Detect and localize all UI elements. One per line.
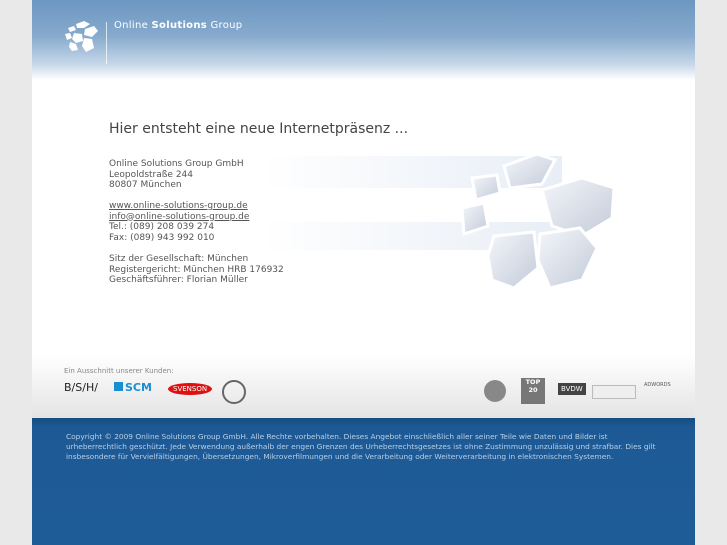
brand-name[interactable]: Online Solutions Group (114, 20, 242, 31)
company-name: Online Solutions Group GmbH (109, 159, 244, 169)
client-logo-svenson: SVENSON (168, 383, 213, 395)
brand-bold: Solutions (151, 20, 208, 31)
award-seal-icon (484, 380, 506, 402)
page-headline: Hier entsteht eine neue Internetpräsenz … (109, 121, 409, 137)
company-address: Online Solutions Group GmbH Leopoldstraß… (109, 159, 244, 191)
logo-divider (106, 22, 107, 64)
city: 80807 München (109, 180, 182, 191)
phone: Tel.: (089) 208 039 274 (109, 222, 215, 233)
website-link[interactable]: www.online-solutions-group.de (109, 201, 248, 211)
brand-suffix: Group (207, 20, 243, 31)
clients-label: Ein Ausschnitt unserer Kunden: (64, 367, 174, 375)
fax: Fax: (089) 943 992 010 (109, 232, 215, 243)
client-logos: Ein Ausschnitt unserer Kunden: B/S/H/ SC… (32, 355, 695, 418)
client-logo-bsh: B/S/H/ (64, 381, 98, 394)
register-court: Registergericht: München HRB 176932 (109, 264, 284, 275)
managing-director: Geschäftsführer: Florian Müller (109, 275, 248, 286)
adwords-logo: ADWORDS (644, 382, 671, 388)
bvdw-logo: BVDW (558, 383, 586, 395)
contact-info: www.online-solutions-group.de info@onlin… (109, 201, 249, 243)
scm-text: SCM (125, 381, 152, 394)
email-link[interactable]: info@online-solutions-group.de (109, 212, 249, 222)
logo-icon (65, 21, 98, 52)
footer: Copyright © 2009 Online Solutions Group … (32, 418, 695, 545)
partner-logo (592, 385, 636, 399)
header: Online Solutions Group (32, 0, 695, 80)
page-container: Online Solutions Group Hier entsteht ein… (32, 0, 695, 545)
hexagon-graphic (460, 152, 616, 290)
copyright-text: Copyright © 2009 Online Solutions Group … (66, 432, 656, 461)
legal-info: Sitz der Gesellschaft: München Registerg… (109, 254, 284, 286)
client-logo-scm: SCM (114, 381, 152, 394)
legal-seat: Sitz der Gesellschaft: München (109, 254, 249, 264)
top20-badge: TOP 20 (521, 378, 545, 404)
street: Leopoldstraße 244 (109, 169, 194, 180)
client-seal-icon (222, 380, 246, 404)
brand-prefix: Online (114, 20, 152, 31)
